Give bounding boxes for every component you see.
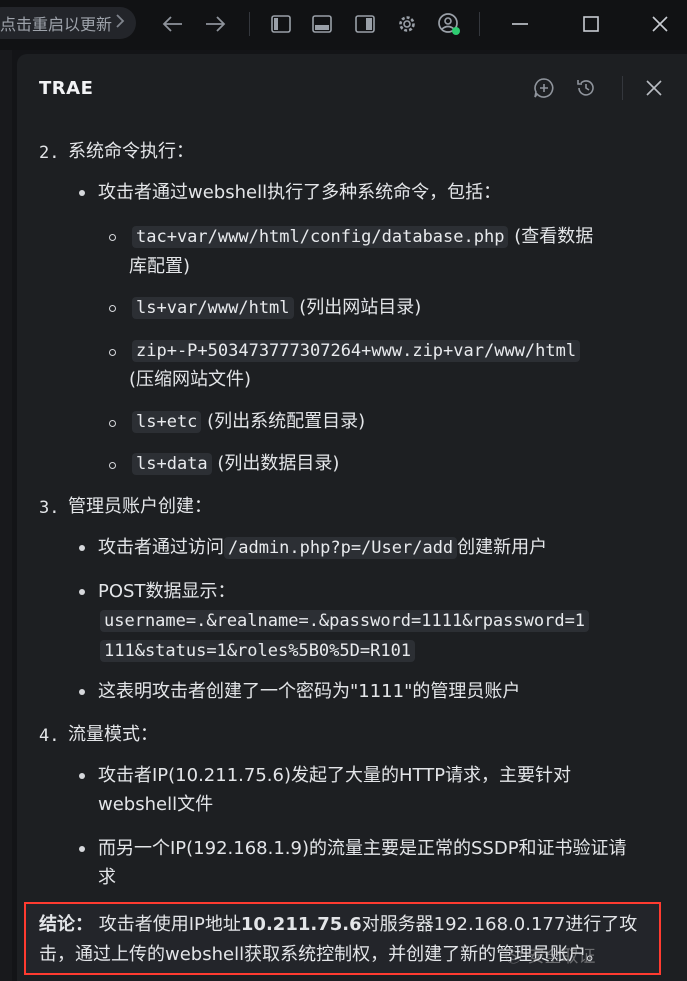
inline-code: 111&status=1&roles%5B0%5D=R101: [100, 640, 416, 662]
sub-bullet: [109, 462, 116, 469]
item-text: (列出数据目录): [217, 453, 340, 474]
sub-bullet: [109, 305, 116, 312]
update-restart-label: 点击重启以更新: [0, 15, 113, 34]
list-item-continued: 求: [98, 867, 116, 888]
forward-arrow-icon[interactable]: [203, 12, 227, 36]
list-item: 攻击者通过webshell执行了多种系统命令，包括：: [98, 182, 502, 203]
list-number: 3.: [39, 498, 60, 518]
chevron-right-icon: [114, 13, 126, 33]
title-bar: 点击重启以更新: [0, 0, 687, 50]
list-item: 这表明攻击者创建了一个密码为"1111"的管理员账户: [98, 681, 521, 702]
conclusion-text: 攻击者使用IP地址: [98, 914, 241, 935]
item-text: (列出系统配置目录): [207, 411, 366, 432]
list-item: ls+data (列出数据目录): [132, 449, 339, 479]
item-text: 创建新用户: [457, 537, 548, 558]
inline-code: username=.&realname=.&password=1111&rpas…: [100, 610, 590, 632]
conclusion-ip: 10.211.75.6: [240, 914, 362, 935]
bullet: [79, 846, 85, 852]
item-text: 库配置): [129, 256, 191, 277]
update-restart-button[interactable]: 点击重启以更新: [0, 7, 136, 39]
list-item: ls+var/www/html (列出网站目录): [132, 293, 421, 323]
list-item: zip+-P+503473777307264+www.zip+var/www/h…: [132, 336, 581, 366]
bullet: [79, 773, 85, 779]
bullet: [79, 190, 85, 196]
section-heading: 流量模式：: [68, 724, 158, 745]
list-number: 2.: [39, 143, 60, 163]
titlebar-divider: [249, 12, 250, 36]
inline-code: /admin.php?p=/User/add: [224, 537, 458, 559]
inline-code: tac+var/www/html/config/database.php: [132, 226, 509, 248]
close-icon[interactable]: [648, 12, 672, 36]
inline-code: zip+-P+503473777307264+www.zip+var/www/h…: [132, 340, 581, 362]
item-text: (压缩网站文件): [129, 369, 252, 390]
panel-title: TRAE: [39, 78, 94, 99]
titlebar-divider: [479, 12, 480, 36]
sub-bullet: [109, 349, 116, 356]
conclusion-line: 结论： 攻击者使用IP地址10.211.75.6对服务器192.168.0.17…: [39, 910, 637, 940]
item-text: (查看数据: [514, 226, 594, 247]
inline-code: ls+etc: [132, 411, 202, 433]
section-heading: 管理员账户创建：: [68, 496, 212, 517]
post-data-line: 111&status=1&roles%5B0%5D=R101: [100, 636, 416, 666]
sidebar-left-icon[interactable]: [269, 12, 293, 36]
sub-bullet: [109, 234, 116, 241]
maximize-icon[interactable]: [579, 12, 603, 36]
list-item: ls+etc (列出系统配置目录): [132, 407, 365, 437]
inline-code: ls+var/www/html: [132, 297, 294, 319]
item-text: 攻击者通过访问: [98, 537, 224, 558]
post-data-line: username=.&realname=.&password=1111&rpas…: [100, 606, 590, 636]
list-item: POST数据显示：: [98, 581, 236, 602]
bullet: [79, 545, 85, 551]
minimize-icon[interactable]: [508, 12, 532, 36]
new-chat-icon[interactable]: [532, 76, 556, 100]
list-item: tac+var/www/html/config/database.php (查看…: [132, 222, 593, 252]
inline-code: ls+data: [132, 453, 212, 475]
editor-side-strip: [0, 50, 12, 981]
list-number: 4.: [39, 726, 60, 746]
watermark: Ⓢ 安全取证: [505, 947, 596, 967]
conclusion-label: 结论：: [39, 914, 93, 935]
bullet: [79, 589, 85, 595]
history-icon[interactable]: [574, 76, 598, 100]
gear-icon[interactable]: [395, 12, 419, 36]
close-icon[interactable]: [642, 76, 666, 100]
list-item: 攻击者通过访问/admin.php?p=/User/add 创建新用户: [98, 533, 547, 563]
list-item: 攻击者IP(10.211.75.6)发起了大量的HTTP请求，主要针对: [98, 765, 572, 786]
section-heading: 系统命令执行：: [68, 141, 194, 162]
conclusion-text: 对服务器192.168.0.177进行了攻: [361, 914, 638, 935]
list-item-continued: webshell文件: [98, 794, 214, 815]
item-text: (列出网站目录): [299, 297, 422, 318]
sub-bullet: [109, 420, 116, 427]
account-icon[interactable]: [437, 12, 461, 36]
sidebar-right-icon[interactable]: [353, 12, 377, 36]
panel-header-divider: [622, 76, 623, 100]
panel-bottom-icon[interactable]: [310, 12, 334, 36]
list-item: 而另一个IP(192.168.1.9)的流量主要是正常的SSDP和证书验证请: [98, 838, 627, 859]
bullet: [79, 689, 85, 695]
back-arrow-icon[interactable]: [161, 12, 185, 36]
